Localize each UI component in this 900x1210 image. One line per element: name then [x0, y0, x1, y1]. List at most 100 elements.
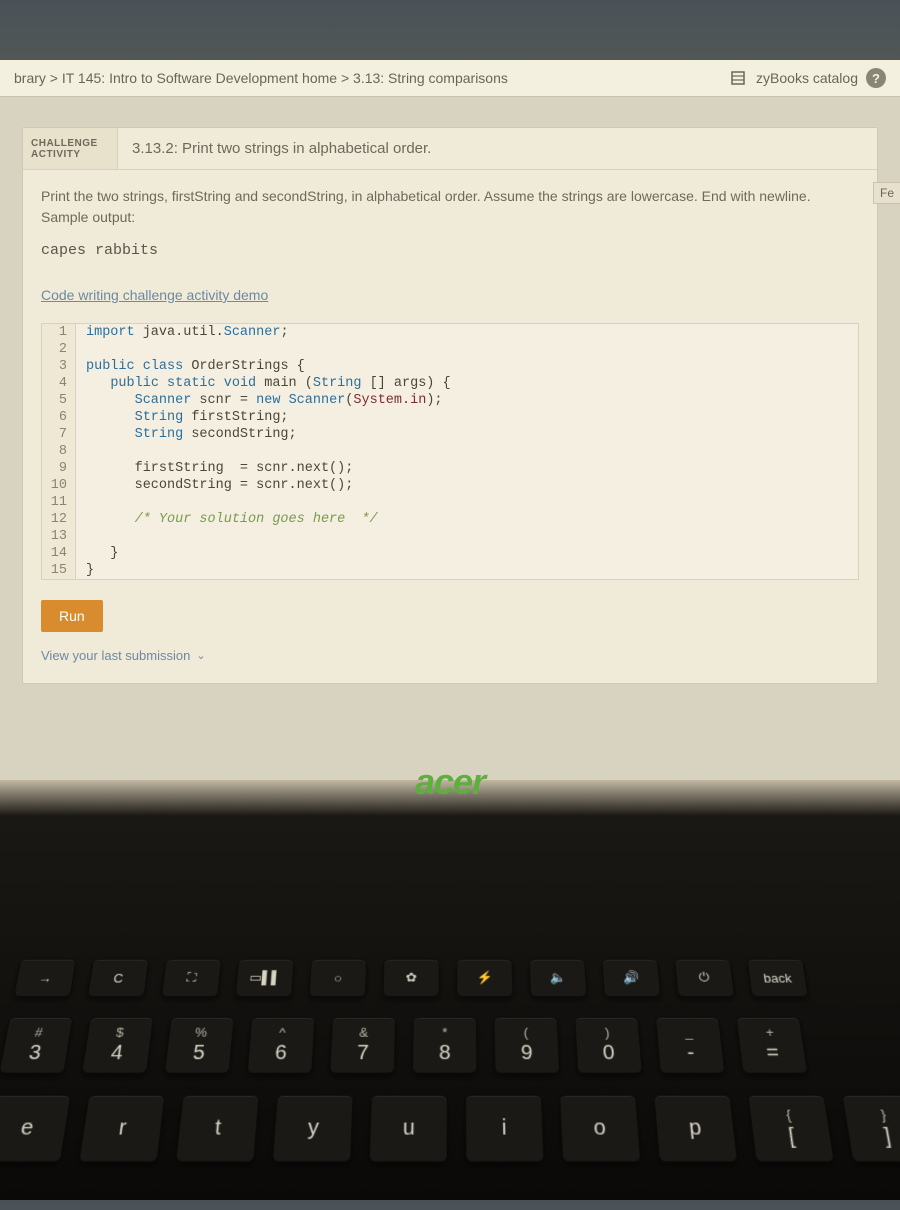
catalog-icon	[728, 68, 748, 88]
letter-key[interactable]: }]	[841, 1095, 900, 1163]
letter-key[interactable]: {[	[747, 1095, 835, 1163]
fn-key[interactable]: ○	[308, 959, 367, 997]
code-line[interactable]: public static void main (String [] args)…	[76, 375, 461, 392]
letter-key[interactable]: y	[272, 1095, 354, 1163]
number-key[interactable]: #3	[0, 1017, 73, 1074]
top-bar: brary > IT 145: Intro to Software Develo…	[0, 60, 900, 97]
number-key[interactable]: (9	[493, 1017, 560, 1074]
fn-key[interactable]: ⏻	[674, 959, 735, 997]
code-row[interactable]: 11	[42, 494, 858, 511]
letter-key[interactable]: p	[653, 1095, 738, 1163]
code-row[interactable]: 6 String firstString;	[42, 409, 858, 426]
code-line[interactable]	[76, 443, 96, 460]
breadcrumb[interactable]: brary > IT 145: Intro to Software Develo…	[14, 70, 508, 86]
number-key[interactable]: %5	[164, 1017, 235, 1074]
fn-key[interactable]: ✿	[382, 959, 440, 997]
fn-key[interactable]: →	[13, 959, 77, 997]
code-row[interactable]: 2	[42, 341, 858, 358]
code-row[interactable]: 3public class OrderStrings {	[42, 358, 858, 375]
sample-output: capes rabbits	[23, 236, 877, 285]
code-line[interactable]: String secondString;	[76, 426, 307, 443]
run-button[interactable]: Run	[41, 600, 103, 632]
activity-badge: CHALLENGE ACTIVITY	[23, 128, 118, 169]
demo-link-row: Code writing challenge activity demo	[23, 285, 877, 313]
code-editor[interactable]: 1import java.util.Scanner;23public class…	[41, 323, 859, 580]
line-number: 15	[42, 562, 76, 579]
fn-key[interactable]: ⚡	[456, 959, 514, 997]
laptop-bezel: acer	[0, 750, 900, 814]
laptop-brand-logo: acer	[415, 761, 485, 803]
code-row[interactable]: 5 Scanner scnr = new Scanner(System.in);	[42, 392, 858, 409]
code-row[interactable]: 8	[42, 443, 858, 460]
code-line[interactable]	[76, 528, 96, 545]
line-number: 10	[42, 477, 76, 494]
letter-key[interactable]: r	[78, 1095, 165, 1163]
number-key[interactable]: _-	[655, 1017, 726, 1074]
number-key[interactable]: &7	[329, 1017, 396, 1074]
line-number: 7	[42, 426, 76, 443]
number-key[interactable]: ^6	[246, 1017, 315, 1074]
activity-title: 3.13.2: Print two strings in alphabetica…	[118, 128, 877, 169]
view-submission-label: View your last submission	[41, 648, 190, 663]
line-number: 3	[42, 358, 76, 375]
letter-key[interactable]: t	[175, 1095, 260, 1163]
code-row[interactable]: 4 public static void main (String [] arg…	[42, 375, 858, 392]
code-line[interactable]: public class OrderStrings {	[76, 358, 315, 375]
line-number: 4	[42, 375, 76, 392]
number-key[interactable]: )0	[574, 1017, 643, 1074]
number-key[interactable]: *8	[412, 1017, 478, 1074]
activity-card: CHALLENGE ACTIVITY 3.13.2: Print two str…	[22, 127, 878, 684]
fn-key[interactable]: 🔊	[601, 959, 661, 997]
chevron-down-icon: ⌄	[196, 649, 205, 662]
catalog-label: zyBooks catalog	[756, 70, 858, 86]
code-row[interactable]: 12 /* Your solution goes here */	[42, 511, 858, 528]
code-row[interactable]: 7 String secondString;	[42, 426, 858, 443]
number-key[interactable]: +=	[736, 1017, 809, 1074]
code-line[interactable]: }	[76, 562, 104, 579]
view-submission-link[interactable]: View your last submission ⌄	[23, 642, 877, 683]
instruction-text: Print the two strings, firstString and s…	[41, 188, 811, 204]
demo-link[interactable]: Code writing challenge activity demo	[41, 287, 268, 303]
line-number: 9	[42, 460, 76, 477]
sample-label: Sample output:	[41, 209, 135, 225]
code-line[interactable]: Scanner scnr = new Scanner(System.in);	[76, 392, 453, 409]
backspace-key[interactable]: back	[746, 959, 808, 997]
letter-key[interactable]: u	[369, 1095, 448, 1163]
line-number: 6	[42, 409, 76, 426]
line-number: 5	[42, 392, 76, 409]
line-number: 8	[42, 443, 76, 460]
help-icon[interactable]: ?	[866, 68, 886, 88]
badge-line2: ACTIVITY	[31, 149, 109, 160]
line-number: 12	[42, 511, 76, 528]
fn-key[interactable]: 🔈	[529, 959, 588, 997]
code-line[interactable]: }	[76, 545, 128, 562]
letter-key[interactable]: o	[559, 1095, 641, 1163]
instructions: Print the two strings, firstString and s…	[23, 170, 877, 236]
code-row[interactable]: 15}	[42, 562, 858, 579]
line-number: 14	[42, 545, 76, 562]
code-row[interactable]: 10 secondString = scnr.next();	[42, 477, 858, 494]
letter-key[interactable]: i	[465, 1095, 545, 1163]
code-line[interactable]	[76, 494, 96, 511]
code-line[interactable]: firstString = scnr.next();	[76, 460, 363, 477]
code-row[interactable]: 13	[42, 528, 858, 545]
number-key[interactable]: $4	[81, 1017, 154, 1074]
keyboard: → C ⛶ ▭▌▌ ○ ✿ ⚡ 🔈 🔊 ⏻ back #3$4%5^6&7 *8 (9)0_-+= er…	[0, 940, 900, 1210]
feedback-tab[interactable]: Fe	[873, 182, 900, 204]
line-number: 11	[42, 494, 76, 511]
badge-line1: CHALLENGE	[31, 138, 109, 149]
code-line[interactable]: import java.util.Scanner;	[76, 324, 299, 341]
code-row[interactable]: 14 }	[42, 545, 858, 562]
fn-key[interactable]: C	[87, 959, 150, 997]
fn-key[interactable]: ⛶	[161, 959, 222, 997]
line-number: 1	[42, 324, 76, 341]
code-line[interactable]: /* Your solution goes here */	[76, 511, 388, 528]
letter-key[interactable]: e	[0, 1095, 71, 1163]
code-row[interactable]: 9 firstString = scnr.next();	[42, 460, 858, 477]
code-line[interactable]: String firstString;	[76, 409, 299, 426]
code-line[interactable]	[76, 341, 96, 358]
catalog-link[interactable]: zyBooks catalog ?	[728, 68, 886, 88]
fn-key[interactable]: ▭▌▌	[235, 959, 295, 997]
code-row[interactable]: 1import java.util.Scanner;	[42, 324, 858, 341]
code-line[interactable]: secondString = scnr.next();	[76, 477, 363, 494]
